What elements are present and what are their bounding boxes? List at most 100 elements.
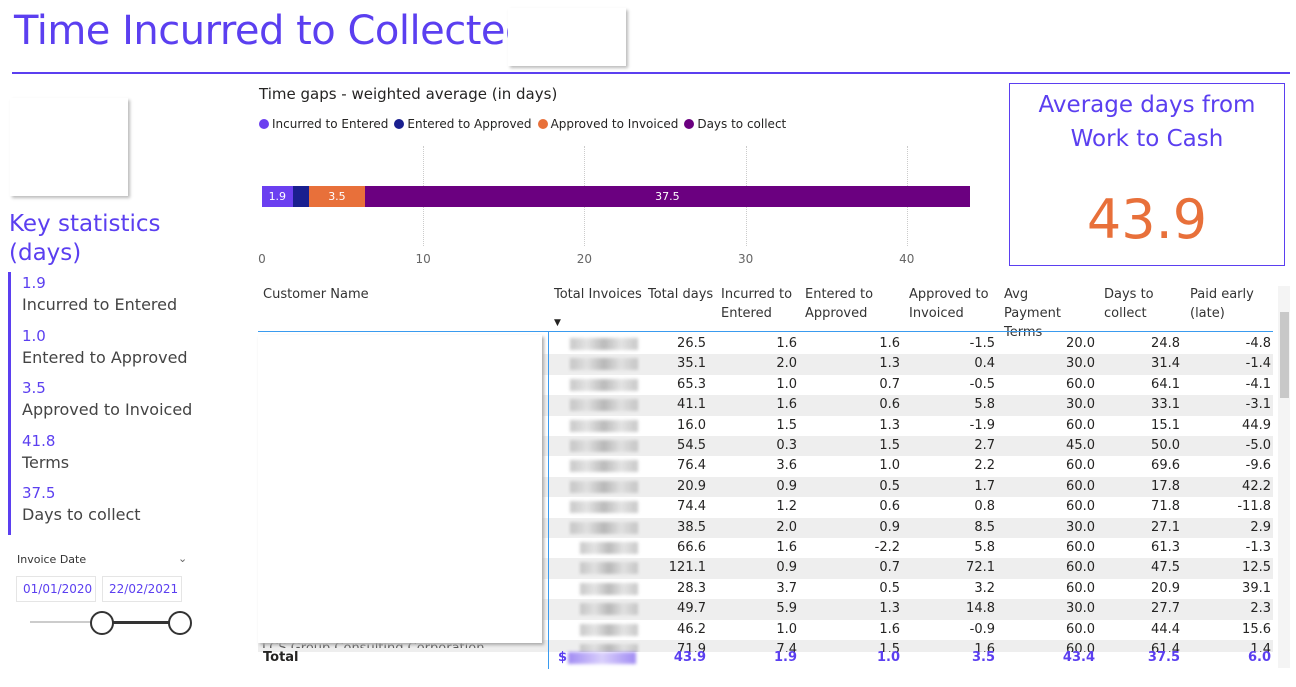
table-cell: 2.9 (1250, 519, 1271, 535)
table-cell: 39.1 (1242, 580, 1271, 596)
table-cell: 30.0 (1066, 601, 1095, 617)
table-cell: 27.1 (1151, 519, 1180, 535)
table-cell: 1.3 (879, 417, 900, 433)
stat-label: Entered to Approved (22, 347, 188, 367)
legend-item[interactable]: Days to collect (684, 117, 786, 131)
x-tick-label: 40 (899, 252, 915, 266)
table-cell: 3.2 (974, 580, 995, 596)
chevron-down-icon[interactable]: ⌄ (178, 552, 187, 565)
legend-label: Incurred to Entered (272, 117, 389, 131)
table-cell: 20.0 (1066, 336, 1095, 351)
header-divider (258, 331, 1273, 332)
table-cell: 26.5 (677, 336, 706, 351)
slider-end-handle[interactable] (168, 611, 192, 635)
column-header[interactable]: Total Invoices (554, 285, 644, 304)
slider-start-handle[interactable] (90, 611, 114, 635)
table-cell: 5.8 (974, 540, 995, 555)
blurred-invoice-total (568, 652, 636, 664)
column-header[interactable]: Paid early (late) (1190, 285, 1272, 323)
blurred-invoice-total (580, 562, 638, 575)
page-title: Time Incurred to Collected (14, 8, 530, 54)
stat-value: 1.9 (22, 274, 46, 292)
column-header[interactable]: Entered to Approved (805, 285, 887, 323)
table-cell: 60.0 (1066, 499, 1095, 515)
table-cell: 0.9 (776, 478, 797, 494)
total-cell: 43.4 (1062, 650, 1095, 665)
table-cell: 2.3 (1250, 601, 1271, 617)
stat-value: 3.5 (22, 379, 46, 397)
table-cell: -9.6 (1245, 458, 1271, 474)
bar-segment[interactable]: 37.5 (365, 186, 970, 207)
blurred-invoice-total (570, 521, 638, 534)
table-cell: 3.6 (776, 458, 797, 474)
stat-item: 37.5 Days to collect (22, 482, 228, 535)
sort-descending-icon[interactable]: ▼ (554, 318, 561, 328)
total-cell: 37.5 (1147, 650, 1180, 665)
table-cell: 60.0 (1066, 621, 1095, 637)
table-cell: -1.5 (969, 336, 995, 351)
table-cell: 24.8 (1151, 336, 1180, 351)
table-cell: -4.8 (1245, 336, 1271, 351)
table-cell: 71.8 (1151, 499, 1180, 515)
legend-marker (684, 119, 695, 129)
table-cell: -0.9 (969, 621, 995, 637)
stat-value: 37.5 (22, 484, 56, 502)
column-header[interactable]: Days to collect (1104, 285, 1186, 323)
table-cell: 65.3 (677, 376, 706, 392)
legend-item[interactable]: Entered to Approved (394, 117, 532, 131)
column-header[interactable]: Customer Name (263, 285, 463, 304)
table-cell: 46.2 (677, 621, 706, 637)
table-cell: 44.4 (1151, 621, 1180, 637)
blurred-invoice-total (570, 480, 638, 493)
blurred-invoice-total (570, 399, 638, 412)
table-cell: 28.3 (677, 580, 706, 596)
table-cell: 3.7 (776, 580, 797, 596)
table-cell: 0.6 (879, 397, 900, 413)
table-cell: 31.4 (1151, 356, 1180, 372)
table-cell: 30.0 (1066, 397, 1095, 413)
slicer-label: Invoice Date (17, 553, 87, 566)
kpi-card: Average days from Work to Cash 43.9 (1009, 83, 1285, 266)
legend-marker (259, 119, 269, 129)
stat-item: 1.9 Incurred to Entered (22, 272, 228, 325)
table-cell: 0.7 (879, 376, 900, 392)
legend-item[interactable]: Incurred to Entered (259, 117, 388, 131)
total-invoices-prefix: $ (558, 650, 568, 665)
end-date-input[interactable]: 22/02/2021 (102, 576, 182, 602)
table-cell: -4.1 (1245, 376, 1271, 392)
x-tick-label: 0 (258, 252, 266, 266)
stat-item: 3.5 Approved to Invoiced (22, 377, 228, 430)
bar-segment[interactable]: 3.5 (308, 186, 366, 207)
blurred-invoice-total (580, 582, 638, 595)
bar-segment[interactable]: 1.9 (262, 186, 293, 207)
table-cell: 41.1 (677, 397, 706, 413)
stat-label: Terms (22, 452, 70, 472)
table-cell: 60.0 (1066, 417, 1095, 433)
column-header[interactable]: Approved to Invoiced (909, 285, 991, 323)
table-cell: 66.6 (677, 540, 706, 555)
legend-item[interactable]: Approved to Invoiced (537, 117, 678, 131)
x-tick-label: 20 (576, 252, 593, 266)
blurred-invoice-total (580, 623, 638, 636)
table-cell: 1.6 (776, 397, 797, 413)
table-cell: 35.1 (677, 356, 706, 372)
blurred-invoice-total (580, 603, 638, 616)
table-cell: -11.8 (1237, 499, 1271, 515)
table-cell: 60.0 (1066, 458, 1095, 474)
table-cell: 74.4 (677, 499, 706, 515)
start-date-input[interactable]: 01/01/2020 (16, 576, 96, 602)
table-cell: 1.2 (776, 499, 797, 515)
scrollbar-thumb[interactable] (1280, 312, 1289, 398)
column-header[interactable]: Total days (648, 285, 730, 304)
bar-segment[interactable] (292, 186, 309, 207)
table-cell: 12.5 (1242, 560, 1271, 576)
column-header[interactable]: Incurred to Entered (721, 285, 803, 323)
x-tick-label: 10 (415, 252, 431, 266)
table-cell: 1.7 (974, 478, 995, 494)
table-cell: 45.0 (1066, 438, 1095, 453)
total-label: Total (263, 650, 299, 665)
stat-value: 41.8 (22, 431, 56, 450)
blurred-invoice-total (570, 378, 638, 391)
table-cell: 14.8 (966, 601, 995, 617)
table-cell: -5.0 (1245, 438, 1271, 453)
